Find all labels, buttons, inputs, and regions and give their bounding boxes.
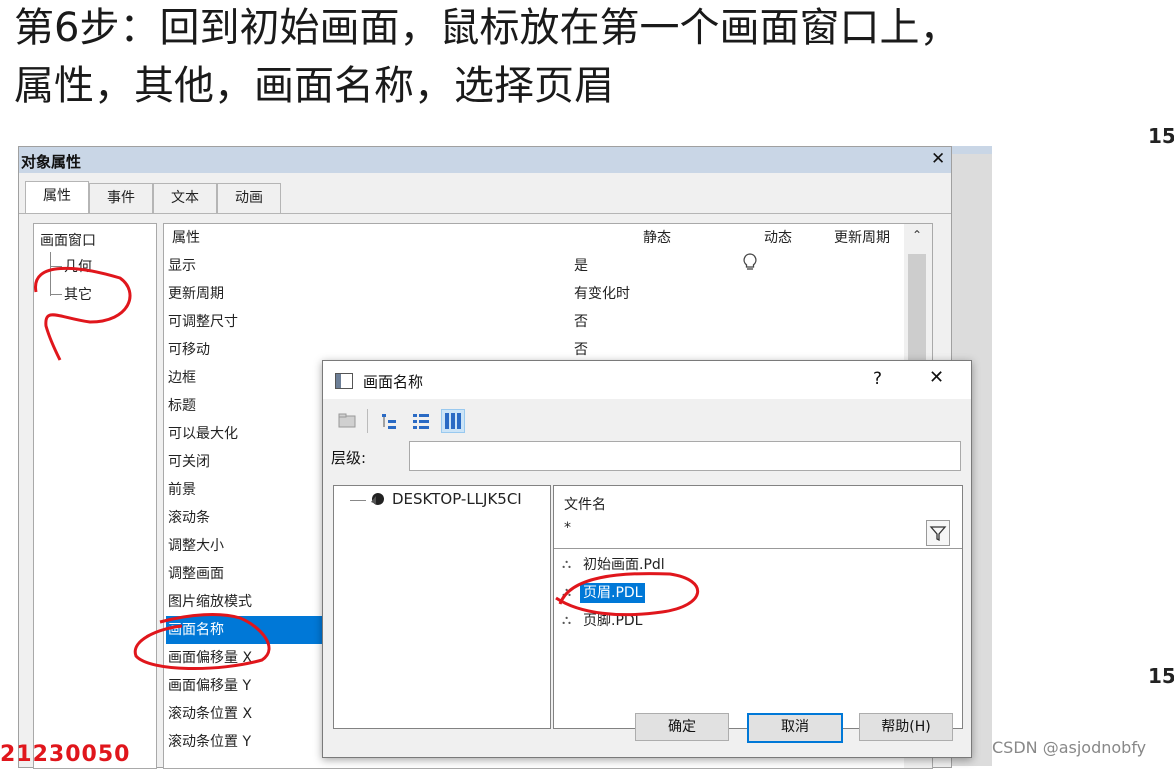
bottom-number: 21230050 <box>0 742 131 767</box>
watermark: CSDN @asjodnobfy <box>992 738 1147 757</box>
annotation-overlay <box>34 266 700 670</box>
